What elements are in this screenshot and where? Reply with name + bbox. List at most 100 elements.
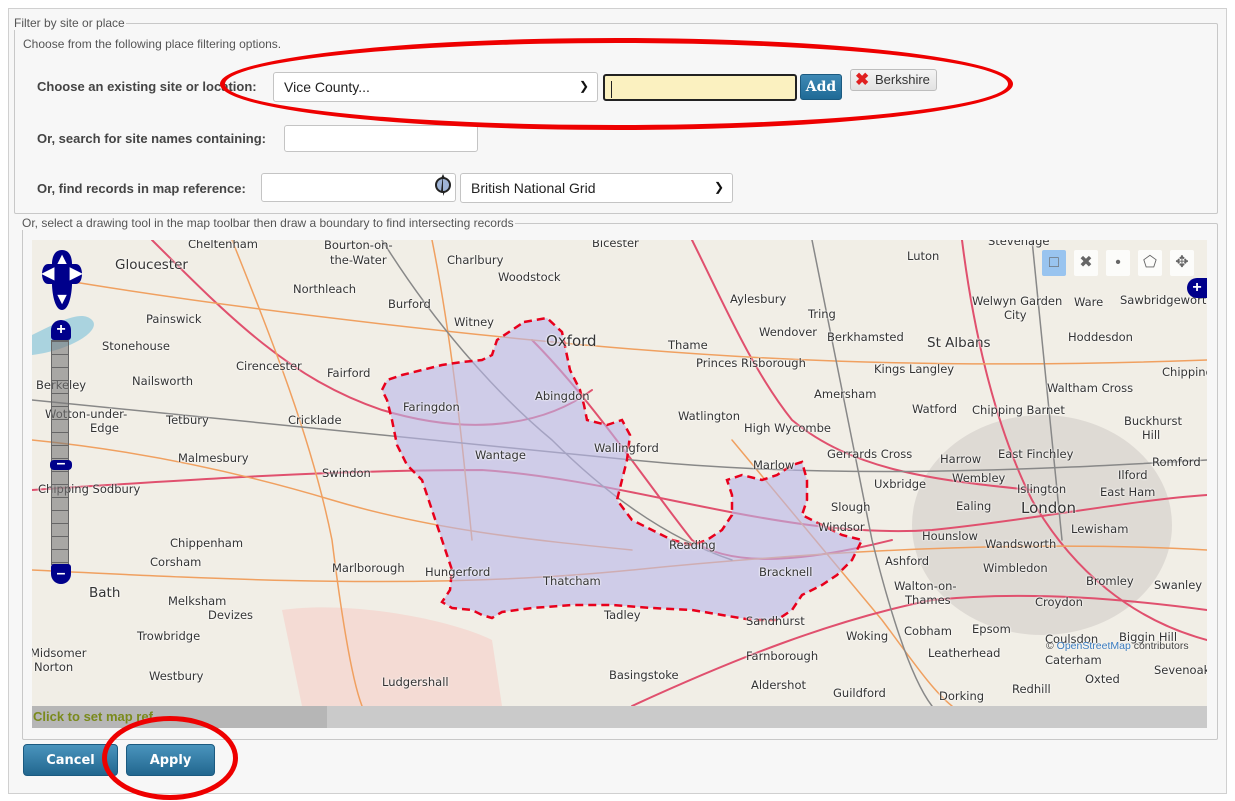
map-place-label: East Finchley <box>998 447 1074 461</box>
pan-down-icon[interactable]: ▼ <box>52 290 72 310</box>
move-icon[interactable]: ✥ <box>1170 250 1194 276</box>
map-attribution: © OpenStreetMap contributors <box>1046 640 1189 652</box>
map-place-label: Ashford <box>885 554 930 568</box>
map-place-label: Hounslow <box>922 529 978 543</box>
map-place-label: Nailsworth <box>132 374 193 388</box>
map-place-label: Cheltenham <box>188 240 258 251</box>
map-status-bar: Click to set map ref <box>32 706 1207 728</box>
map-place-label: Norton <box>34 660 74 674</box>
map-place-label: Chippenham <box>170 536 244 550</box>
map-place-label: Wandsworth <box>985 537 1057 551</box>
map-ref-status[interactable]: Click to set map ref <box>32 706 327 728</box>
map-place-label: Hoddesdon <box>1068 330 1133 344</box>
layer-switcher-plus-icon[interactable]: + <box>1187 278 1207 298</box>
map-place-label: Luton <box>907 249 940 263</box>
map-place-label: Dorking <box>939 689 985 703</box>
map-place-label: Oxford <box>546 332 597 350</box>
map-place-label: Slough <box>831 500 871 514</box>
map-ref-input[interactable] <box>261 173 456 202</box>
map-place-label: Oxted <box>1085 672 1120 686</box>
existing-site-label: Choose an existing site or location: <box>37 79 257 94</box>
chevron-down-icon: ❯ <box>713 180 724 194</box>
add-location-button[interactable]: Add <box>800 74 842 100</box>
polygon-icon[interactable]: ⬠ <box>1138 250 1162 276</box>
x-icon[interactable]: ✖ <box>1074 250 1098 276</box>
pan-left-icon[interactable]: ◀ <box>38 264 58 284</box>
map-place-label: Guildford <box>833 686 886 700</box>
map-place-label: Wimbledon <box>983 561 1048 575</box>
point-icon[interactable]: • <box>1106 250 1130 276</box>
map-place-label: Edge <box>90 421 119 435</box>
map-place-label: Wembley <box>952 471 1006 485</box>
map-place-label: Bicester <box>592 240 639 250</box>
location-type-select[interactable]: Vice County... ❯ <box>273 72 598 102</box>
map-place-label: Burford <box>388 297 431 311</box>
map-place-label: Marlborough <box>332 561 405 575</box>
filter-legend: Filter by site or place <box>14 16 125 30</box>
grid-system-select[interactable]: British National Grid ❯ <box>460 173 733 203</box>
map-place-label: Epsom <box>972 622 1011 636</box>
map-place-label: Hill <box>1142 428 1161 442</box>
map-place-label: St Albans <box>927 335 991 351</box>
map-place-label: Buckhurst <box>1124 414 1182 428</box>
map-background <box>32 240 1207 706</box>
map-place-label: Northleach <box>293 282 357 296</box>
map-place-label: Wallingford <box>594 441 659 455</box>
restricted-area <box>282 607 502 706</box>
map-place-label: Wendover <box>759 325 818 339</box>
zoom-slider-handle[interactable]: – <box>50 456 72 472</box>
search-sites-label: Or, search for site names containing: <box>37 131 267 146</box>
map-canvas[interactable]: Cheltenham Bourton-on- the-Water Charlbu… <box>32 240 1207 728</box>
map-place-label: Princes Risborough <box>696 356 806 370</box>
map-place-label: Walton-on- <box>894 579 957 593</box>
openstreetmap-link[interactable]: OpenStreetMap <box>1057 640 1131 652</box>
location-chip-label: Berkshire <box>875 72 930 87</box>
map-place-label: Swanley <box>1154 578 1203 592</box>
map-place-label: the-Water <box>330 253 387 267</box>
zoom-slider-track[interactable] <box>51 340 69 565</box>
map-place-label: Westbury <box>149 669 204 683</box>
attribution-prefix: © <box>1046 640 1057 652</box>
map-place-label: Basingstoke <box>609 668 679 682</box>
map-place-label: Waltham Cross <box>1047 381 1134 395</box>
map-place-label: Stevenage <box>988 240 1050 248</box>
map-place-label: Berkhamsted <box>827 330 904 344</box>
map-place-label: Witney <box>454 315 494 329</box>
map-place-label: Faringdon <box>403 400 460 414</box>
map-place-label: Ilford <box>1118 468 1148 482</box>
map-place-label: Thames <box>905 593 951 607</box>
map-place-label: Cobham <box>904 624 952 638</box>
map-place-label: Cricklade <box>288 413 342 427</box>
map-place-label: Farnborough <box>746 649 819 663</box>
zoom-out-icon[interactable]: – <box>51 564 71 584</box>
map-place-label: London <box>1021 499 1076 517</box>
map-place-label: Harrow <box>940 452 982 466</box>
map-ref-label: Or, find records in map reference: <box>37 181 246 196</box>
site-name-search-input[interactable] <box>284 125 478 152</box>
map-place-label: Caterham <box>1045 653 1102 667</box>
location-chip-berkshire: ✖ Berkshire <box>850 69 937 91</box>
map-place-label: Gerrards Cross <box>827 447 913 461</box>
box-select-icon[interactable]: □ <box>1042 250 1066 276</box>
map-place-label: Marlow <box>753 458 795 472</box>
map-place-label: Windsor <box>818 520 865 534</box>
map-place-label: East Ham <box>1100 485 1156 499</box>
map-place-label: Watlington <box>678 409 741 423</box>
map-place-label: Charlbury <box>447 253 504 267</box>
map-place-label: Thatcham <box>543 574 601 588</box>
map-place-label: Ealing <box>956 499 992 513</box>
map-place-label: Bath <box>89 585 121 601</box>
cancel-button[interactable]: Cancel <box>23 744 118 776</box>
zoom-in-icon[interactable]: + <box>51 320 71 340</box>
map-place-label: Malmesbury <box>178 451 249 465</box>
location-name-input[interactable] <box>603 74 797 101</box>
map-place-label: Welwyn Garden <box>972 294 1063 308</box>
remove-red-x-icon[interactable]: ✖ <box>855 71 869 89</box>
map-place-label: Painswick <box>146 312 202 326</box>
pan-right-icon[interactable]: ▶ <box>66 264 86 284</box>
apply-button[interactable]: Apply <box>126 744 215 776</box>
crosshair-icon[interactable] <box>435 177 451 193</box>
map-place-label: Amersham <box>814 387 877 401</box>
text-caret <box>611 81 612 98</box>
attribution-suffix: contributors <box>1130 640 1189 652</box>
